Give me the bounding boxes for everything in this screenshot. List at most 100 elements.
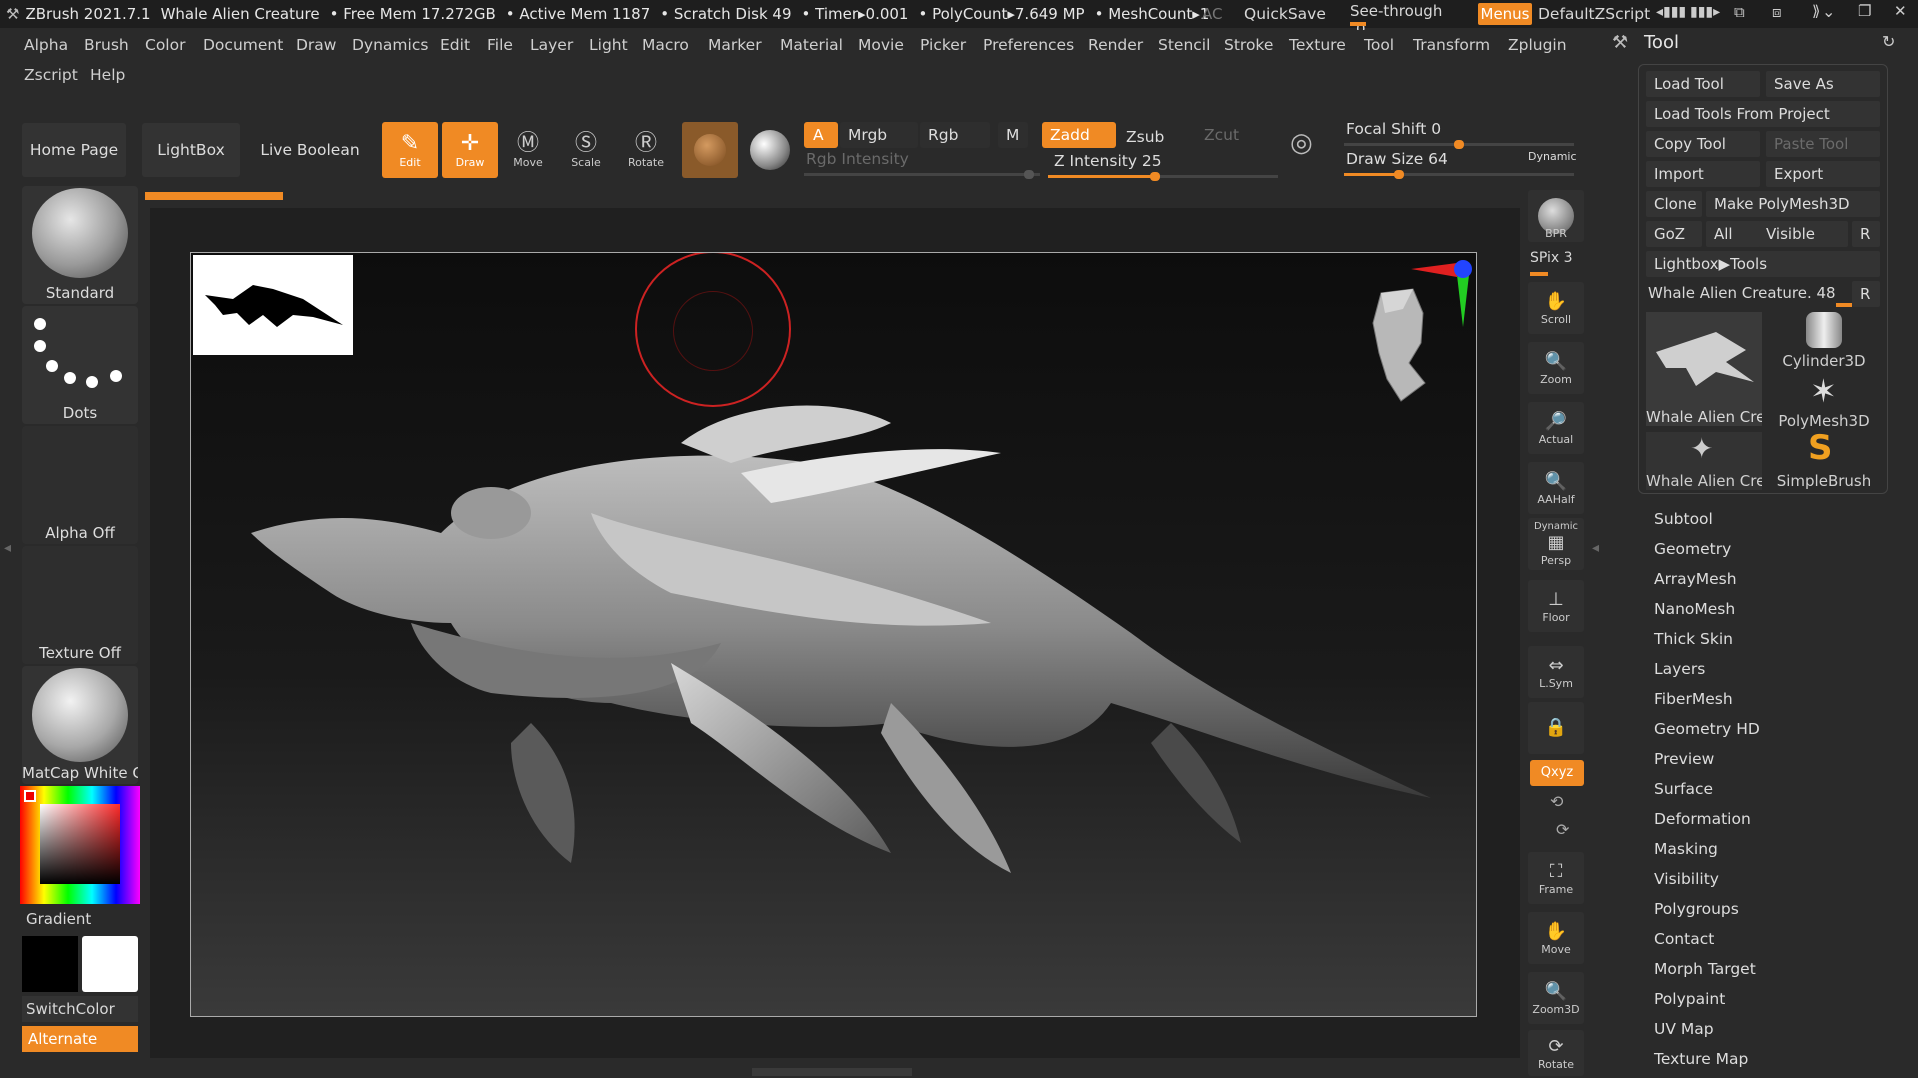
menu-macro[interactable]: Macro	[642, 36, 689, 54]
subpalette-contact[interactable]: Contact	[1654, 930, 1714, 948]
quicksave-button[interactable]: QuickSave	[1244, 5, 1326, 23]
polymesh3d-thumbnail[interactable]: ✶ PolyMesh3D	[1766, 372, 1882, 430]
minimize-icon[interactable]: ⌄	[1822, 2, 1835, 21]
subpalette-visibility[interactable]: Visibility	[1654, 870, 1719, 888]
edit-mode-button[interactable]: ✎ Edit	[382, 122, 438, 178]
stroke-selector[interactable]: Dots	[22, 306, 138, 424]
ui-layout-icon-2[interactable]: ⧈	[1772, 3, 1782, 21]
menu-marker[interactable]: Marker	[708, 36, 762, 54]
menu-color[interactable]: Color	[145, 36, 185, 54]
restore-icon[interactable]: ❐	[1858, 2, 1871, 20]
zsub-toggle[interactable]: Zsub	[1118, 124, 1188, 150]
lazy-mouse-button[interactable]: ◎	[1290, 128, 1330, 172]
subpalette-subtool[interactable]: Subtool	[1654, 510, 1713, 528]
save-as-button[interactable]: Save As	[1766, 71, 1880, 97]
y-rotate-icon[interactable]: ⟲	[1550, 792, 1563, 811]
subpalette-nanomesh[interactable]: NanoMesh	[1654, 600, 1735, 618]
secondary-color-swatch[interactable]	[22, 936, 78, 992]
rgb-toggle[interactable]: Rgb	[920, 122, 990, 148]
scroll-button[interactable]: ✋ Scroll	[1528, 282, 1584, 334]
move-mode-button[interactable]: Ⓜ Move	[500, 122, 556, 178]
silhouette-navigator[interactable]	[193, 255, 353, 355]
actual-button[interactable]: 🔎 Actual	[1528, 402, 1584, 454]
xyz-rotate-button[interactable]: Qxyz	[1530, 760, 1584, 786]
subpalette-geometry-hd[interactable]: Geometry HD	[1654, 720, 1760, 738]
rgb-intensity-slider[interactable]: Rgb Intensity	[804, 150, 1040, 179]
menu-render[interactable]: Render	[1088, 36, 1143, 54]
export-button[interactable]: Export	[1766, 161, 1880, 187]
menus-toggle[interactable]: Menus	[1478, 3, 1532, 25]
menu-transform[interactable]: Transform	[1413, 36, 1490, 54]
rotate-mode-button[interactable]: Ⓡ Rotate	[618, 122, 674, 178]
lsym-button[interactable]: ⇔ L.Sym	[1528, 646, 1584, 698]
menu-brush[interactable]: Brush	[84, 36, 129, 54]
alternate-button[interactable]: Alternate	[22, 1026, 138, 1052]
aahalf-button[interactable]: 🔍 AAHalf	[1528, 462, 1584, 514]
load-tool-button[interactable]: Load Tool	[1646, 71, 1760, 97]
menu-light[interactable]: Light	[589, 36, 628, 54]
current-tool-r-button[interactable]: R	[1852, 281, 1880, 307]
menu-material[interactable]: Material	[780, 36, 843, 54]
menu-tool[interactable]: Tool	[1364, 36, 1394, 54]
subpalette-polypaint[interactable]: Polypaint	[1654, 990, 1725, 1008]
import-button[interactable]: Import	[1646, 161, 1760, 187]
menu-draw[interactable]: Draw	[296, 36, 336, 54]
whale-tool-thumbnail-small[interactable]: ✦ Whale Alien Crea	[1646, 432, 1762, 490]
menu-zscript[interactable]: Zscript	[24, 66, 78, 84]
cylinder3d-thumbnail[interactable]: Cylinder3D	[1766, 312, 1882, 370]
clone-button[interactable]: Clone	[1646, 191, 1702, 217]
focal-shift-slider[interactable]: Focal Shift 0	[1344, 120, 1574, 149]
current-tool-slider[interactable]: Whale Alien Creature. 48	[1646, 281, 1852, 307]
brush-selector[interactable]: Standard	[22, 186, 138, 304]
document-canvas[interactable]	[190, 252, 1477, 1017]
menu-picker[interactable]: Picker	[920, 36, 966, 54]
menu-dynamics[interactable]: Dynamics	[352, 36, 428, 54]
right-tray-toggle-icon[interactable]: ◂	[1592, 540, 1599, 556]
zcut-toggle[interactable]: Zcut	[1196, 122, 1256, 148]
scale-mode-button[interactable]: Ⓢ Scale	[558, 122, 614, 178]
switch-color-button[interactable]: SwitchColor	[22, 996, 138, 1022]
zoom-button[interactable]: 🔍 Zoom	[1528, 342, 1584, 394]
z-rotate-icon[interactable]: ⟳	[1556, 820, 1569, 839]
z-intensity-slider[interactable]: Z Intensity 25	[1048, 152, 1278, 181]
color-sv-square[interactable]	[40, 804, 120, 884]
paste-tool-button[interactable]: Paste Tool	[1766, 131, 1880, 157]
copy-tool-button[interactable]: Copy Tool	[1646, 131, 1760, 157]
reset-palette-icon[interactable]: ↻	[1882, 32, 1895, 51]
floor-button[interactable]: ⊥ Floor	[1528, 580, 1584, 632]
subpalette-polygroups[interactable]: Polygroups	[1654, 900, 1739, 918]
move-view-button[interactable]: ✋ Move	[1528, 912, 1584, 964]
tool-palette-title[interactable]: Tool	[1644, 32, 1679, 53]
load-tools-from-project-button[interactable]: Load Tools From Project	[1646, 101, 1880, 127]
layout-slider-icon[interactable]: ◂▮▮▮	[1656, 4, 1686, 20]
menu-file[interactable]: File	[487, 36, 513, 54]
subpalette-arraymesh[interactable]: ArrayMesh	[1654, 570, 1737, 588]
menu-edit[interactable]: Edit	[440, 36, 470, 54]
menu-preferences[interactable]: Preferences	[983, 36, 1074, 54]
subpalette-layers[interactable]: Layers	[1654, 660, 1705, 678]
subpalette-morph-target[interactable]: Morph Target	[1654, 960, 1756, 978]
menu-layer[interactable]: Layer	[530, 36, 573, 54]
alpha-selector[interactable]: Alpha Off	[22, 426, 138, 544]
material-swatch-button[interactable]	[682, 122, 738, 178]
mrgb-toggle[interactable]: Mrgb	[840, 122, 918, 148]
bottom-tray-handle[interactable]	[752, 1068, 912, 1076]
see-through-slider[interactable]: See-through 0	[1350, 2, 1455, 38]
primary-color-swatch[interactable]	[82, 936, 138, 992]
subpalette-texture-map[interactable]: Texture Map	[1654, 1050, 1748, 1068]
subpalette-surface[interactable]: Surface	[1654, 780, 1713, 798]
m-toggle[interactable]: M	[998, 122, 1028, 148]
lock-button[interactable]: 🔒	[1528, 702, 1584, 754]
draw-mode-button[interactable]: ✛ Draw	[442, 122, 498, 178]
lightbox-button[interactable]: LightBox	[142, 123, 240, 177]
goz-all-button[interactable]: All	[1706, 221, 1766, 247]
close-icon[interactable]: ✕	[1894, 2, 1907, 20]
persp-button[interactable]: Dynamic ▦ Persp	[1528, 518, 1584, 570]
layout-slider-icon-2[interactable]: ▮▮▮▸	[1690, 4, 1720, 20]
whale-alien-creature-model[interactable]	[251, 403, 1431, 963]
goz-button[interactable]: GoZ	[1646, 221, 1702, 247]
zoom3d-button[interactable]: 🔍 Zoom3D	[1528, 972, 1584, 1024]
whale-tool-thumbnail-large[interactable]: Whale Alien Crea	[1646, 312, 1762, 426]
close-ui-icon[interactable]: ⟫	[1812, 2, 1820, 20]
color-picker[interactable]	[20, 786, 140, 904]
